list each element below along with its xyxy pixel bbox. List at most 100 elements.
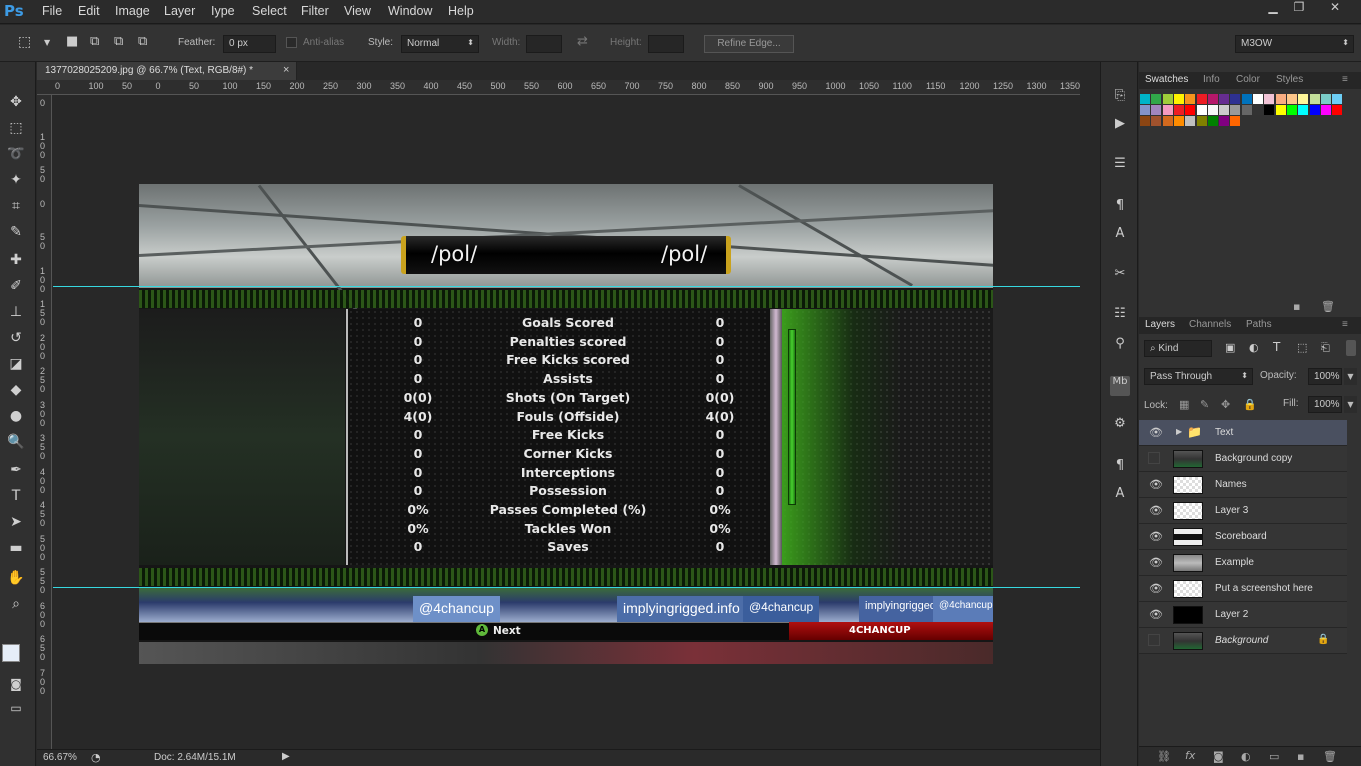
color-swatch[interactable]: [1140, 105, 1150, 115]
eye-icon[interactable]: 👁: [1149, 478, 1163, 491]
healing-brush-tool-icon[interactable]: ✚: [5, 250, 27, 270]
pixel-filter-icon[interactable]: ▣: [1225, 341, 1235, 354]
layer-name[interactable]: Names: [1215, 479, 1247, 490]
smart-object-filter-icon[interactable]: ⎗: [1321, 341, 1330, 355]
layer-row-put-a-screenshot-here[interactable]: 👁 Put a screenshot here: [1139, 576, 1347, 602]
move-tool-icon[interactable]: ✥: [5, 92, 27, 112]
color-swatch[interactable]: [1196, 116, 1207, 126]
color-swatch[interactable]: [1185, 105, 1196, 115]
adjustments-panel-icon[interactable]: ☷: [1110, 306, 1130, 326]
color-swatch[interactable]: [1219, 105, 1230, 115]
color-swatch[interactable]: [1298, 94, 1309, 104]
new-swatch-icon[interactable]: ▪: [1293, 300, 1300, 313]
layer-name[interactable]: Background: [1215, 635, 1268, 646]
add-mask-icon[interactable]: ◙: [1213, 750, 1224, 763]
document-artwork[interactable]: /pol/ /pol/ 0 Goals Scored 0 0 Penalties sco…: [139, 184, 993, 664]
color-swatch[interactable]: [1230, 105, 1241, 115]
menu-edit[interactable]: Edit: [78, 4, 100, 18]
lock-all-icon[interactable]: 🔒: [1243, 398, 1257, 411]
layer-row-background-copy[interactable]: Background copy: [1139, 446, 1347, 472]
fill-dropdown-icon[interactable]: ▼: [1344, 396, 1357, 413]
layer-row-background[interactable]: Background 🔒: [1139, 628, 1347, 654]
menu-type[interactable]: Iype: [211, 4, 235, 18]
brush-presets-panel-icon[interactable]: ✂: [1110, 266, 1130, 286]
workspace-select[interactable]: M3OW ⬍: [1235, 35, 1354, 53]
color-swatch[interactable]: [1162, 116, 1173, 126]
tab-layers[interactable]: Layers: [1145, 319, 1175, 330]
lock-position-icon[interactable]: ✥: [1221, 398, 1230, 411]
color-swatch[interactable]: [1196, 105, 1207, 115]
delete-swatch-icon[interactable]: 🗑: [1321, 300, 1335, 313]
blur-tool-icon[interactable]: ●: [5, 406, 27, 426]
history-panel-icon[interactable]: ⎘: [1110, 88, 1130, 108]
tab-channels[interactable]: Channels: [1189, 319, 1231, 330]
lock-transparent-icon[interactable]: ▦: [1179, 398, 1189, 411]
menu-layer[interactable]: Layer: [164, 4, 195, 18]
crop-tool-icon[interactable]: ⌗: [5, 196, 27, 216]
subtract-selection-icon[interactable]: ⧉: [114, 34, 123, 49]
add-selection-icon[interactable]: ⧉: [90, 34, 99, 49]
color-swatch[interactable]: [1298, 105, 1309, 115]
screen-mode-icon[interactable]: ▭: [5, 698, 27, 718]
proof-icon[interactable]: ◔: [91, 751, 101, 764]
tool-preset-dropdown-icon[interactable]: ▼: [44, 38, 50, 47]
menu-window[interactable]: Window: [388, 4, 432, 18]
rect-marquee-tool-icon[interactable]: ⬚: [5, 118, 27, 138]
menu-image[interactable]: Image: [115, 4, 150, 18]
color-swatch[interactable]: [1140, 116, 1150, 126]
color-swatch[interactable]: [1219, 116, 1230, 126]
eraser-tool-icon[interactable]: ◪: [5, 354, 27, 374]
dodge-tool-icon[interactable]: 🔍: [5, 432, 27, 452]
color-swatch[interactable]: [1253, 94, 1263, 104]
restore-icon[interactable]: ❐: [1286, 0, 1312, 18]
color-swatch[interactable]: [1309, 94, 1320, 104]
layer-row-example[interactable]: 👁 Example: [1139, 550, 1347, 576]
paint-bucket-tool-icon[interactable]: ◆: [5, 380, 27, 400]
color-swatch[interactable]: [1207, 94, 1218, 104]
menu-help[interactable]: Help: [448, 4, 474, 18]
color-swatch[interactable]: [1207, 116, 1218, 126]
visibility-toggle-off[interactable]: [1148, 452, 1160, 464]
layer-row-layer-3[interactable]: 👁 Layer 3: [1139, 498, 1347, 524]
layer-name[interactable]: Layer 3: [1215, 505, 1248, 516]
brush-tool-icon[interactable]: ✐: [5, 276, 27, 296]
tab-swatches[interactable]: Swatches: [1145, 74, 1188, 85]
character-styles-panel-icon[interactable]: A: [1110, 226, 1130, 246]
new-group-icon[interactable]: ▭: [1269, 750, 1279, 763]
layer-row-names[interactable]: 👁 Names: [1139, 472, 1347, 498]
3d-panel-icon[interactable]: ⚙: [1110, 416, 1130, 436]
new-layer-icon[interactable]: ▪: [1297, 750, 1304, 763]
foreground-color-swatch[interactable]: [2, 644, 20, 662]
type-tool-icon[interactable]: T: [5, 486, 27, 506]
eye-icon[interactable]: 👁: [1149, 504, 1163, 517]
marquee-tool-icon[interactable]: ⬚: [18, 34, 31, 50]
close-window-icon[interactable]: ✕: [1322, 0, 1348, 18]
type-filter-icon[interactable]: T: [1273, 340, 1280, 354]
delete-layer-icon[interactable]: 🗑: [1323, 750, 1337, 763]
tab-color[interactable]: Color: [1236, 74, 1260, 85]
link-layers-icon[interactable]: ⛓: [1157, 750, 1171, 763]
document-tab[interactable]: 1377028025209.jpg @ 66.7% (Text, RGB/8#)…: [37, 62, 297, 80]
new-selection-icon[interactable]: ■: [66, 34, 78, 49]
eye-icon[interactable]: 👁: [1149, 582, 1163, 595]
expand-arrow-icon[interactable]: ▶: [1176, 427, 1182, 436]
adjustment-filter-icon[interactable]: ◐: [1249, 341, 1259, 354]
color-swatch[interactable]: [1241, 94, 1252, 104]
path-selection-tool-icon[interactable]: ➤: [5, 512, 27, 532]
opacity-input[interactable]: 100%: [1308, 368, 1342, 385]
menu-select[interactable]: Select: [252, 4, 287, 18]
color-swatch[interactable]: [1207, 105, 1218, 115]
color-swatch[interactable]: [1185, 94, 1196, 104]
layer-row-scoreboard[interactable]: 👁 Scoreboard: [1139, 524, 1347, 550]
filter-toggle[interactable]: [1346, 340, 1356, 356]
menu-filter[interactable]: Filter: [301, 4, 329, 18]
panel-menu-icon[interactable]: ≡: [1342, 319, 1348, 330]
eye-icon[interactable]: 👁: [1149, 426, 1163, 439]
paragraph-panel-icon[interactable]: ¶: [1110, 458, 1130, 478]
shape-filter-icon[interactable]: ⬚: [1297, 341, 1307, 354]
color-swatch[interactable]: [1264, 94, 1275, 104]
history-brush-tool-icon[interactable]: ↺: [5, 328, 27, 348]
color-swatch[interactable]: [1286, 94, 1297, 104]
layer-row-text[interactable]: 👁 ▶ 📁 Text: [1139, 420, 1347, 446]
color-swatch[interactable]: [1241, 105, 1252, 115]
